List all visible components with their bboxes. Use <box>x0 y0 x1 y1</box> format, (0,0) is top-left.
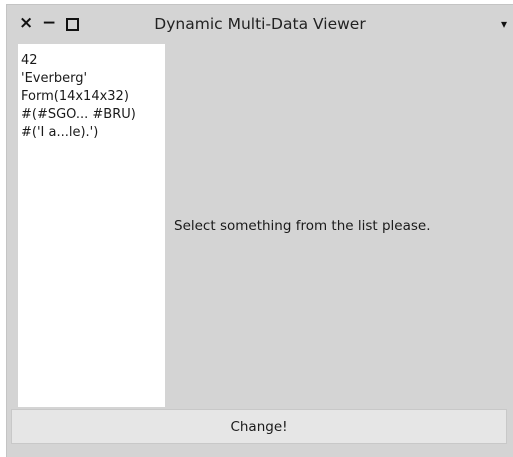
item-list[interactable]: 42 'Everberg' Form(14x14x32) #(#SGO... #… <box>18 44 165 407</box>
list-item[interactable]: 42 <box>21 52 165 70</box>
list-item[interactable]: #('I a...le).') <box>21 124 165 142</box>
change-button[interactable]: Change! <box>11 409 507 444</box>
detail-pane: Select something from the list please. <box>165 44 513 407</box>
window-menu-icon[interactable]: ▾ <box>501 13 507 35</box>
list-item[interactable]: Form(14x14x32) <box>21 88 165 106</box>
list-item[interactable]: #(#SGO... #BRU) <box>21 106 165 124</box>
title-bar[interactable]: × − Dynamic Multi-Data Viewer ▾ <box>7 5 513 41</box>
window-title: Dynamic Multi-Data Viewer <box>154 15 366 33</box>
list-item[interactable]: 'Everberg' <box>21 70 165 88</box>
detail-message: Select something from the list please. <box>174 218 431 234</box>
window: × − Dynamic Multi-Data Viewer ▾ 42 'Ever… <box>6 4 513 457</box>
